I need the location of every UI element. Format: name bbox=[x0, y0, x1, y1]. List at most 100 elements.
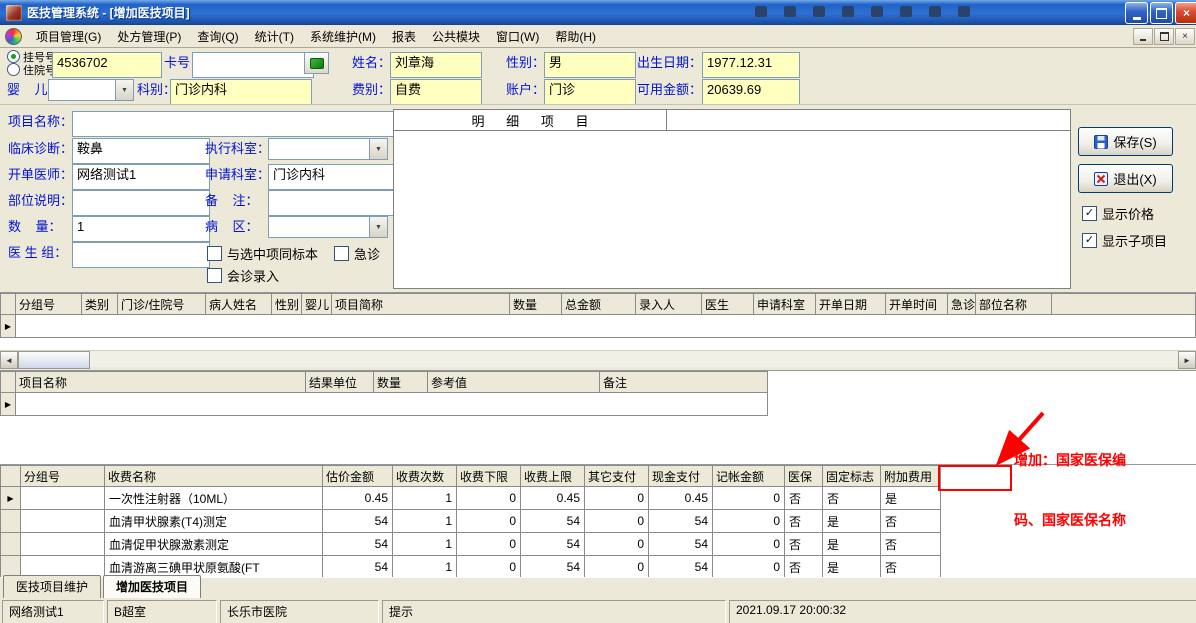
column-header[interactable]: 估价金额 bbox=[322, 465, 393, 487]
scroll-right-button[interactable]: ► bbox=[1178, 351, 1196, 369]
cell[interactable]: 否 bbox=[880, 555, 941, 579]
cell[interactable]: 一次性注射器（10ML） bbox=[104, 486, 323, 510]
cell[interactable]: 0 bbox=[456, 486, 521, 510]
column-header[interactable]: 结果单位 bbox=[305, 371, 374, 393]
column-header[interactable]: 病人姓名 bbox=[205, 293, 272, 315]
menu-item-project-mgmt[interactable]: 项目管理(G) bbox=[28, 25, 109, 48]
read-card-button[interactable] bbox=[304, 52, 329, 74]
current-row-indicator[interactable]: ▶ bbox=[0, 392, 16, 416]
cell[interactable]: 血清促甲状腺激素测定 bbox=[104, 532, 323, 556]
birth-date-field[interactable]: 1977.12.31 bbox=[702, 52, 800, 78]
column-header[interactable]: 项目名称 bbox=[15, 371, 306, 393]
cell[interactable] bbox=[20, 509, 105, 533]
quantity-input[interactable]: 1 bbox=[72, 216, 210, 242]
registration-no-input[interactable]: 4536702 bbox=[52, 52, 162, 78]
menu-item-system-maintenance[interactable]: 系统维护(M) bbox=[302, 25, 384, 48]
chevron-down-icon[interactable]: ▼ bbox=[369, 217, 387, 237]
cell[interactable]: 0 bbox=[456, 555, 521, 579]
cell[interactable]: 是 bbox=[822, 509, 881, 533]
row-selector[interactable] bbox=[0, 509, 21, 533]
column-header[interactable]: 总金额 bbox=[561, 293, 636, 315]
column-header[interactable]: 门诊/住院号 bbox=[117, 293, 206, 315]
scrollbar-thumb[interactable] bbox=[18, 351, 90, 369]
column-header[interactable]: 医生 bbox=[701, 293, 754, 315]
mdi-close-button[interactable]: × bbox=[1175, 28, 1195, 45]
cell[interactable] bbox=[20, 532, 105, 556]
menu-item-query[interactable]: 查询(Q) bbox=[189, 25, 246, 48]
consult-entry-checkbox[interactable]: 会诊录入 bbox=[207, 266, 279, 285]
cell[interactable]: 54 bbox=[520, 532, 585, 556]
cell[interactable]: 1 bbox=[392, 509, 457, 533]
cell[interactable]: 0 bbox=[584, 486, 649, 510]
minimize-button[interactable] bbox=[1125, 2, 1148, 24]
empty-row-cell[interactable] bbox=[15, 314, 1196, 338]
empty-row-cell[interactable] bbox=[15, 392, 768, 416]
column-header[interactable]: 开单时间 bbox=[885, 293, 948, 315]
dept-field[interactable]: 门诊内科 bbox=[170, 79, 312, 105]
gender-field[interactable]: 男 bbox=[544, 52, 636, 78]
column-header[interactable]: 分组号 bbox=[20, 465, 105, 487]
column-header[interactable]: 医保 bbox=[784, 465, 823, 487]
column-header[interactable]: 固定标志 bbox=[822, 465, 881, 487]
column-header[interactable]: 急诊 bbox=[947, 293, 976, 315]
cell[interactable]: 0 bbox=[712, 486, 785, 510]
column-header[interactable]: 性别 bbox=[271, 293, 302, 315]
cell[interactable]: 0.45 bbox=[520, 486, 585, 510]
column-header[interactable]: 开单日期 bbox=[815, 293, 886, 315]
cell[interactable]: 0 bbox=[712, 555, 785, 579]
cell[interactable]: 否 bbox=[784, 532, 823, 556]
cell[interactable]: 否 bbox=[880, 532, 941, 556]
tab-maintain-project[interactable]: 医技项目维护 bbox=[3, 575, 102, 599]
card-no-input[interactable] bbox=[192, 52, 314, 78]
cell[interactable]: 54 bbox=[322, 532, 393, 556]
fee-type-field[interactable]: 自费 bbox=[390, 79, 482, 105]
exit-button[interactable]: 退出(X) bbox=[1078, 164, 1173, 193]
column-header[interactable]: 录入人 bbox=[635, 293, 702, 315]
doctor-group-input[interactable] bbox=[72, 242, 210, 268]
same-specimen-checkbox[interactable]: 与选中项同标本 bbox=[207, 244, 318, 263]
row-selector[interactable] bbox=[0, 532, 21, 556]
infant-select[interactable]: ▼ bbox=[48, 79, 134, 101]
column-header[interactable]: 附加费用 bbox=[880, 465, 941, 487]
mdi-minimize-button[interactable] bbox=[1133, 28, 1153, 45]
column-header[interactable]: 收费名称 bbox=[104, 465, 323, 487]
show-sub-items-checkbox[interactable]: ✓ 显示子项目 bbox=[1082, 231, 1167, 250]
cell[interactable]: 54 bbox=[322, 509, 393, 533]
cell[interactable]: 54 bbox=[322, 555, 393, 579]
cell[interactable]: 0.45 bbox=[648, 486, 713, 510]
column-header[interactable]: 收费上限 bbox=[520, 465, 585, 487]
table-row[interactable]: 血清甲状腺素(T4)测定 54 1 0 54 0 54 0 否是否 bbox=[0, 509, 941, 533]
column-header[interactable]: 婴儿 bbox=[301, 293, 332, 315]
cell[interactable]: 否 bbox=[784, 486, 823, 510]
cell[interactable]: 否 bbox=[822, 486, 881, 510]
table-row[interactable]: 血清促甲状腺激素测定 54 1 0 54 0 54 0 否是否 bbox=[0, 532, 941, 556]
chevron-down-icon[interactable]: ▼ bbox=[115, 80, 133, 100]
cell[interactable]: 0 bbox=[456, 532, 521, 556]
chevron-down-icon[interactable]: ▼ bbox=[369, 139, 387, 159]
cell[interactable]: 1 bbox=[392, 486, 457, 510]
cell[interactable]: 54 bbox=[520, 509, 585, 533]
menu-item-statistics[interactable]: 统计(T) bbox=[247, 25, 302, 48]
menu-item-reports[interactable]: 报表 bbox=[384, 25, 424, 48]
cell[interactable]: 否 bbox=[880, 509, 941, 533]
cell[interactable]: 是 bbox=[822, 532, 881, 556]
maximize-button[interactable] bbox=[1150, 2, 1173, 24]
column-header[interactable]: 数量 bbox=[509, 293, 562, 315]
cell[interactable]: 0 bbox=[584, 509, 649, 533]
cell[interactable]: 54 bbox=[648, 555, 713, 579]
cell[interactable]: 1 bbox=[392, 555, 457, 579]
column-header[interactable]: 参考值 bbox=[427, 371, 600, 393]
column-header[interactable]: 数量 bbox=[373, 371, 428, 393]
menu-item-prescription-mgmt[interactable]: 处方管理(P) bbox=[109, 25, 189, 48]
scrollbar-track[interactable] bbox=[90, 351, 1178, 367]
apply-dept-field[interactable]: 门诊内科 bbox=[268, 164, 396, 190]
column-header[interactable]: 分组号 bbox=[15, 293, 82, 315]
account-field[interactable]: 门诊 bbox=[544, 79, 636, 105]
part-desc-input[interactable] bbox=[72, 190, 210, 216]
column-header[interactable]: 申请科室 bbox=[753, 293, 816, 315]
cell[interactable]: 血清甲状腺素(T4)测定 bbox=[104, 509, 323, 533]
scroll-left-button[interactable]: ◄ bbox=[0, 351, 18, 369]
diagnosis-input[interactable]: 鞍鼻 bbox=[72, 138, 210, 164]
menu-item-public-module[interactable]: 公共模块 bbox=[424, 25, 488, 48]
exec-dept-select[interactable]: ▼ bbox=[268, 138, 388, 160]
